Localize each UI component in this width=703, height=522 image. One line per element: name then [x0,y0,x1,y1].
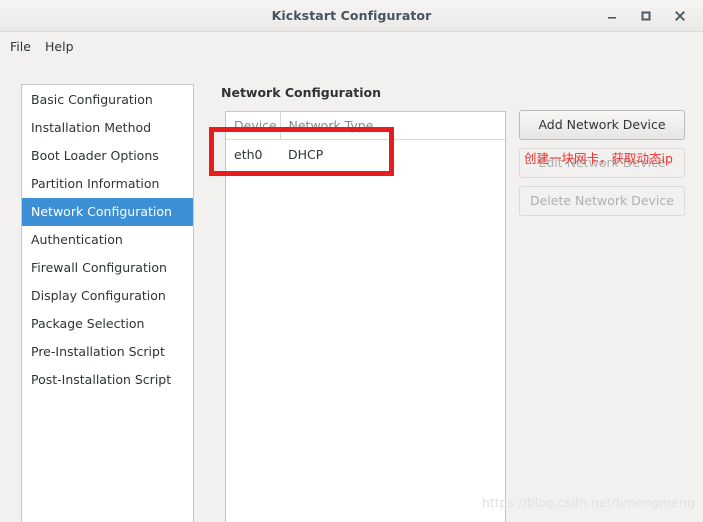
menu-item-file[interactable]: File [10,32,31,62]
column-header-network-type[interactable]: Network Type [280,112,505,140]
sidebar-item-network-configuration[interactable]: Network Configuration [22,198,193,226]
window-title: Kickstart Configurator [271,8,432,23]
sidebar-item-partition-information[interactable]: Partition Information [22,170,193,198]
sidebar-item-firewall-configuration[interactable]: Firewall Configuration [22,254,193,282]
cell-network-type: DHCP [288,146,324,162]
watermark-text: https://blog.csdn.net/bmengmeng [481,495,695,510]
sidebar-item-post-installation-script[interactable]: Post-Installation Script [22,366,193,394]
close-button[interactable] [668,4,692,28]
delete-network-device-button: Delete Network Device [519,186,685,216]
close-icon [675,11,685,21]
sidebar-item-boot-loader-options[interactable]: Boot Loader Options [22,142,193,170]
add-network-device-button[interactable]: Add Network Device [519,110,685,140]
sidebar-item-pre-installation-script[interactable]: Pre-Installation Script [22,338,193,366]
minimize-button[interactable] [600,4,624,28]
page-title: Network Configuration [221,85,381,100]
sidebar-item-display-configuration[interactable]: Display Configuration [22,282,193,310]
menu-item-help[interactable]: Help [45,32,74,62]
sidebar-item-authentication[interactable]: Authentication [22,226,193,254]
network-device-table-panel: Device Network Type eth0 DHCP [225,111,506,522]
network-device-table: Device Network Type eth0 DHCP [226,112,505,169]
minimize-icon [608,17,616,19]
edit-network-device-button: Edit Network Device [519,148,685,178]
sidebar-nav-list: Basic Configuration Installation Method … [21,84,194,522]
sidebar-item-basic-configuration[interactable]: Basic Configuration [22,86,193,114]
maximize-icon [641,11,651,21]
title-bar: Kickstart Configurator [0,0,703,32]
column-header-device[interactable]: Device [226,112,281,140]
table-header-row: Device Network Type [226,112,505,140]
application-window: Kickstart Configurator File Help Basic C… [0,0,703,522]
menu-bar: File Help [0,32,703,62]
sidebar-item-package-selection[interactable]: Package Selection [22,310,193,338]
table-row[interactable]: eth0 DHCP [226,139,505,169]
cell-device: eth0 [234,146,263,162]
table-header: Device Network Type [226,112,505,140]
table-body: eth0 DHCP [226,139,505,169]
sidebar-item-installation-method[interactable]: Installation Method [22,114,193,142]
maximize-button[interactable] [634,4,658,28]
